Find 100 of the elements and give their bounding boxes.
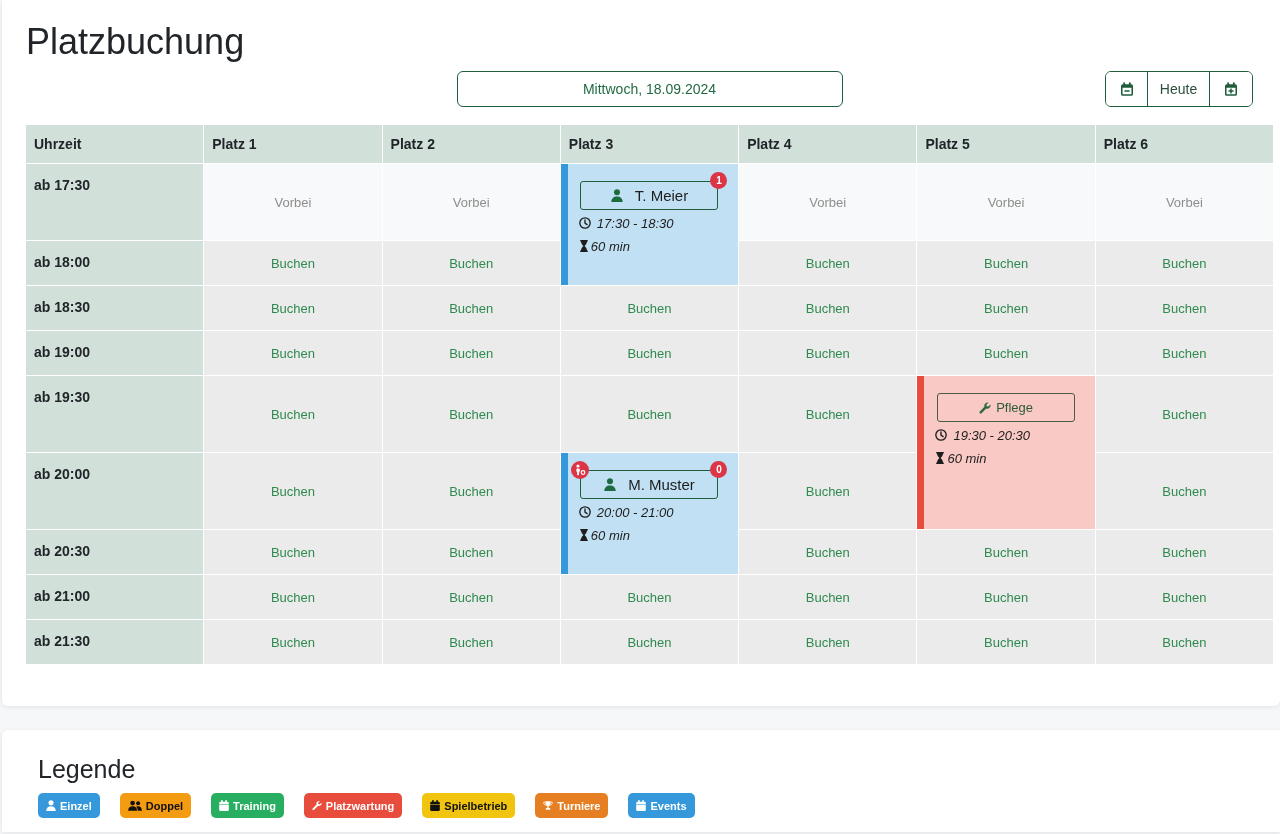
- wrench-icon: [979, 401, 992, 414]
- column-header: Uhrzeit: [26, 125, 204, 163]
- book-link[interactable]: Buchen: [449, 483, 494, 499]
- book-link[interactable]: Buchen: [270, 589, 315, 605]
- calendar-icon: [636, 800, 647, 811]
- book-link[interactable]: Buchen: [805, 406, 850, 422]
- page-title: Platzbuchung: [26, 20, 245, 63]
- calendar-plus-icon: [1225, 82, 1237, 96]
- legend-label: Einzel: [60, 799, 92, 812]
- book-link[interactable]: Buchen: [1162, 589, 1207, 605]
- legend-label: Spielbetrieb: [444, 799, 508, 812]
- person-icon: [46, 800, 56, 811]
- book-link[interactable]: Buchen: [984, 589, 1029, 605]
- column-header: Platz 4: [739, 125, 917, 163]
- calendar-minus-icon: [1120, 82, 1133, 96]
- legend-title: Legende: [38, 754, 136, 784]
- trophy-icon: [543, 800, 554, 811]
- previous-day-button[interactable]: [1106, 72, 1148, 106]
- book-link[interactable]: Buchen: [270, 345, 315, 361]
- book-link[interactable]: Buchen: [1162, 300, 1207, 316]
- book-link[interactable]: Buchen: [805, 483, 850, 499]
- book-link[interactable]: Buchen: [805, 300, 850, 316]
- book-link[interactable]: Buchen: [627, 300, 672, 316]
- hourglass-icon: [579, 529, 588, 541]
- booking-time: 17:30 - 18:30: [596, 215, 674, 231]
- table-cell: Vorbei: [739, 164, 917, 240]
- book-link[interactable]: Buchen: [1162, 544, 1207, 560]
- calendar-icon: [219, 800, 230, 811]
- book-link[interactable]: Buchen: [805, 345, 850, 361]
- clock-icon: [578, 217, 591, 229]
- book-link[interactable]: Buchen: [449, 300, 494, 316]
- book-link[interactable]: Buchen: [627, 345, 672, 361]
- book-link[interactable]: Buchen: [984, 255, 1029, 271]
- book-link[interactable]: Buchen: [449, 345, 494, 361]
- book-link[interactable]: Buchen: [627, 634, 672, 650]
- book-link[interactable]: Buchen: [805, 255, 850, 271]
- column-header: Platz 5: [917, 125, 1095, 163]
- calendar-icon: [430, 800, 441, 811]
- hourglass-icon: [936, 452, 945, 464]
- booking-time: 20:00 - 21:00: [596, 504, 674, 520]
- book-link[interactable]: Buchen: [1162, 483, 1207, 499]
- book-link[interactable]: Buchen: [1162, 634, 1207, 650]
- book-link[interactable]: Buchen: [449, 589, 494, 605]
- legend-label: Training: [233, 799, 276, 812]
- book-link[interactable]: Buchen: [449, 255, 494, 271]
- hourglass-icon: [579, 240, 588, 252]
- book-link[interactable]: Buchen: [270, 300, 315, 316]
- legend-label: Doppel: [145, 799, 184, 812]
- book-link[interactable]: Buchen: [270, 406, 315, 422]
- time-cell: ab 21:30: [26, 620, 204, 664]
- book-link[interactable]: Buchen: [984, 345, 1029, 361]
- table-cell: Vorbei: [204, 164, 382, 240]
- people-icon: [127, 800, 142, 811]
- legend-label: Events: [650, 799, 687, 812]
- booking-time: 19:30 - 20:30: [953, 427, 1031, 443]
- book-link[interactable]: Buchen: [1162, 406, 1207, 422]
- book-link[interactable]: Buchen: [984, 544, 1029, 560]
- date-field[interactable]: Mittwoch, 18.09.2024: [456, 71, 843, 107]
- book-link[interactable]: Buchen: [1162, 255, 1207, 271]
- book-link[interactable]: Buchen: [627, 589, 672, 605]
- person-icon: [610, 189, 623, 202]
- time-cell: ab 18:30: [26, 286, 204, 330]
- time-cell: ab 20:00: [26, 453, 204, 529]
- book-link[interactable]: Buchen: [270, 634, 315, 650]
- booking-duration: 60 min: [590, 527, 630, 543]
- count-badge: 1: [710, 172, 728, 189]
- book-link[interactable]: Buchen: [270, 255, 315, 271]
- time-cell: ab 19:30: [26, 376, 204, 452]
- book-link[interactable]: Buchen: [805, 589, 850, 605]
- table-cell: Vorbei: [382, 164, 560, 240]
- table-cell: Vorbei: [917, 164, 1095, 240]
- column-header: Platz 6: [1095, 125, 1273, 163]
- book-link[interactable]: Buchen: [984, 300, 1029, 316]
- column-header: Platz 1: [204, 125, 382, 163]
- clock-icon: [578, 506, 591, 518]
- time-cell: ab 21:00: [26, 575, 204, 619]
- book-link[interactable]: Buchen: [805, 634, 850, 650]
- book-link[interactable]: Buchen: [449, 406, 494, 422]
- time-cell: ab 20:30: [26, 530, 204, 574]
- book-link[interactable]: Buchen: [805, 544, 850, 560]
- time-cell: ab 17:30: [26, 164, 204, 240]
- book-link[interactable]: Buchen: [984, 634, 1029, 650]
- book-link[interactable]: Buchen: [449, 544, 494, 560]
- book-link[interactable]: Buchen: [270, 483, 315, 499]
- time-cell: ab 19:00: [26, 331, 204, 375]
- count-badge: 0: [710, 461, 728, 478]
- booking-duration: 60 min: [590, 238, 630, 254]
- wrench-icon: [311, 800, 322, 811]
- time-cell: ab 18:00: [26, 241, 204, 285]
- legend-label: Platzwartung: [325, 799, 395, 812]
- table-cell: Vorbei: [1095, 164, 1273, 240]
- book-link[interactable]: Buchen: [270, 544, 315, 560]
- book-link[interactable]: Buchen: [1162, 345, 1207, 361]
- booking-duration: 60 min: [947, 450, 987, 466]
- legend-label: Turniere: [557, 799, 601, 812]
- book-link[interactable]: Buchen: [627, 406, 672, 422]
- booking-button[interactable]: Pflege: [937, 393, 1076, 422]
- clock-icon: [935, 429, 948, 441]
- book-link[interactable]: Buchen: [449, 634, 494, 650]
- person-icon: [604, 478, 617, 491]
